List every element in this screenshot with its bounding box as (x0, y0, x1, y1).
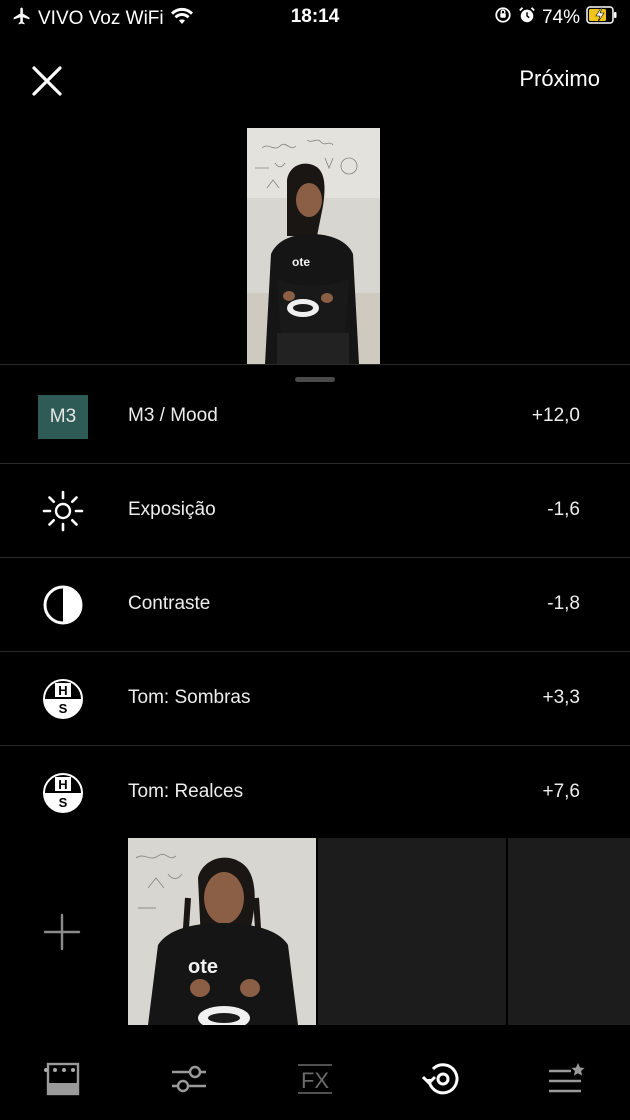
svg-text:ote: ote (292, 255, 310, 269)
tool-row-contrast[interactable]: Contraste -1,8 (0, 558, 630, 652)
fx-label: FX (301, 1068, 329, 1093)
tool-row-preset[interactable]: M3 M3 / Mood +12,0 (0, 370, 630, 464)
bottom-tab-bar: FX (0, 1040, 630, 1120)
battery-percent: 74% (541, 7, 580, 28)
plus-icon (43, 913, 81, 951)
close-icon (32, 66, 62, 96)
recipe-slot-empty[interactable] (508, 838, 630, 1025)
presets-icon (46, 1062, 80, 1096)
tool-row-tone-highlights[interactable]: H S Tom: Realces +7,6 (0, 746, 630, 840)
dot (62, 1068, 66, 1072)
tool-value: +12,0 (531, 405, 580, 426)
contrast-icon (38, 583, 88, 627)
airplane-icon (12, 6, 32, 32)
tone-icon-top-letter: H (58, 683, 67, 698)
tool-label: Tom: Realces (128, 781, 244, 802)
tab-adjust[interactable] (164, 1054, 214, 1104)
tool-row-tone-shadows[interactable]: H S Tom: Sombras +3,3 (0, 652, 630, 746)
tool-label: Contraste (128, 593, 211, 614)
tab-recipes[interactable] (540, 1054, 590, 1104)
tab-fx[interactable]: FX (290, 1054, 340, 1104)
tool-value: +7,6 (542, 781, 580, 802)
preset-badge: M3 (38, 395, 88, 439)
tab-presets[interactable] (38, 1054, 88, 1104)
tab-history[interactable] (416, 1054, 466, 1104)
status-right: 74% (494, 6, 618, 30)
tone-icon-bottom-letter: S (59, 795, 68, 810)
preset-badge-wrap: M3 (38, 395, 88, 439)
tone-icon-top-letter: H (58, 777, 67, 792)
recipe-slot-empty[interactable] (318, 838, 506, 1025)
history-icon (421, 1063, 459, 1095)
status-left: VIVO Voz WiFi (12, 6, 194, 32)
tool-label: Exposição (128, 499, 216, 520)
next-button[interactable]: Próximo (519, 66, 600, 92)
carrier-label: VIVO Voz WiFi (38, 8, 164, 29)
add-button[interactable] (42, 912, 82, 952)
wifi-icon (170, 7, 194, 31)
fx-icon: FX (298, 1064, 332, 1094)
tool-value: -1,6 (547, 499, 580, 520)
sliders-icon (172, 1065, 206, 1093)
tool-row-exposure[interactable]: Exposição -1,6 (0, 464, 630, 558)
photo-preview-image: ote (247, 128, 380, 364)
exposure-icon (38, 489, 88, 533)
tone-icon-bottom-letter: S (59, 701, 68, 716)
recipe-thumbnail[interactable]: ote (128, 838, 316, 1025)
photo-preview[interactable]: ote (247, 128, 380, 364)
recipe-thumbnail-image: ote (128, 838, 316, 1025)
recipes-icon (549, 1063, 585, 1093)
page-indicator-dots (44, 1068, 75, 1072)
tool-value: +3,3 (542, 687, 580, 708)
tone-hs-icon: H S (38, 771, 88, 815)
tone-hs-icon: H S (38, 677, 88, 721)
tool-label: M3 / Mood (128, 405, 218, 426)
close-button[interactable] (30, 64, 64, 98)
dot (71, 1068, 75, 1072)
tool-value: -1,8 (547, 593, 580, 614)
orientation-lock-icon (494, 6, 512, 30)
sheet-divider (0, 364, 630, 365)
battery-charging-icon (586, 6, 618, 30)
svg-text:ote: ote (188, 956, 218, 978)
alarm-icon (518, 6, 536, 30)
dot (53, 1068, 57, 1072)
dot (44, 1068, 48, 1072)
tool-label: Tom: Sombras (128, 687, 251, 708)
status-bar: VIVO Voz WiFi 18:14 74% (0, 0, 630, 36)
